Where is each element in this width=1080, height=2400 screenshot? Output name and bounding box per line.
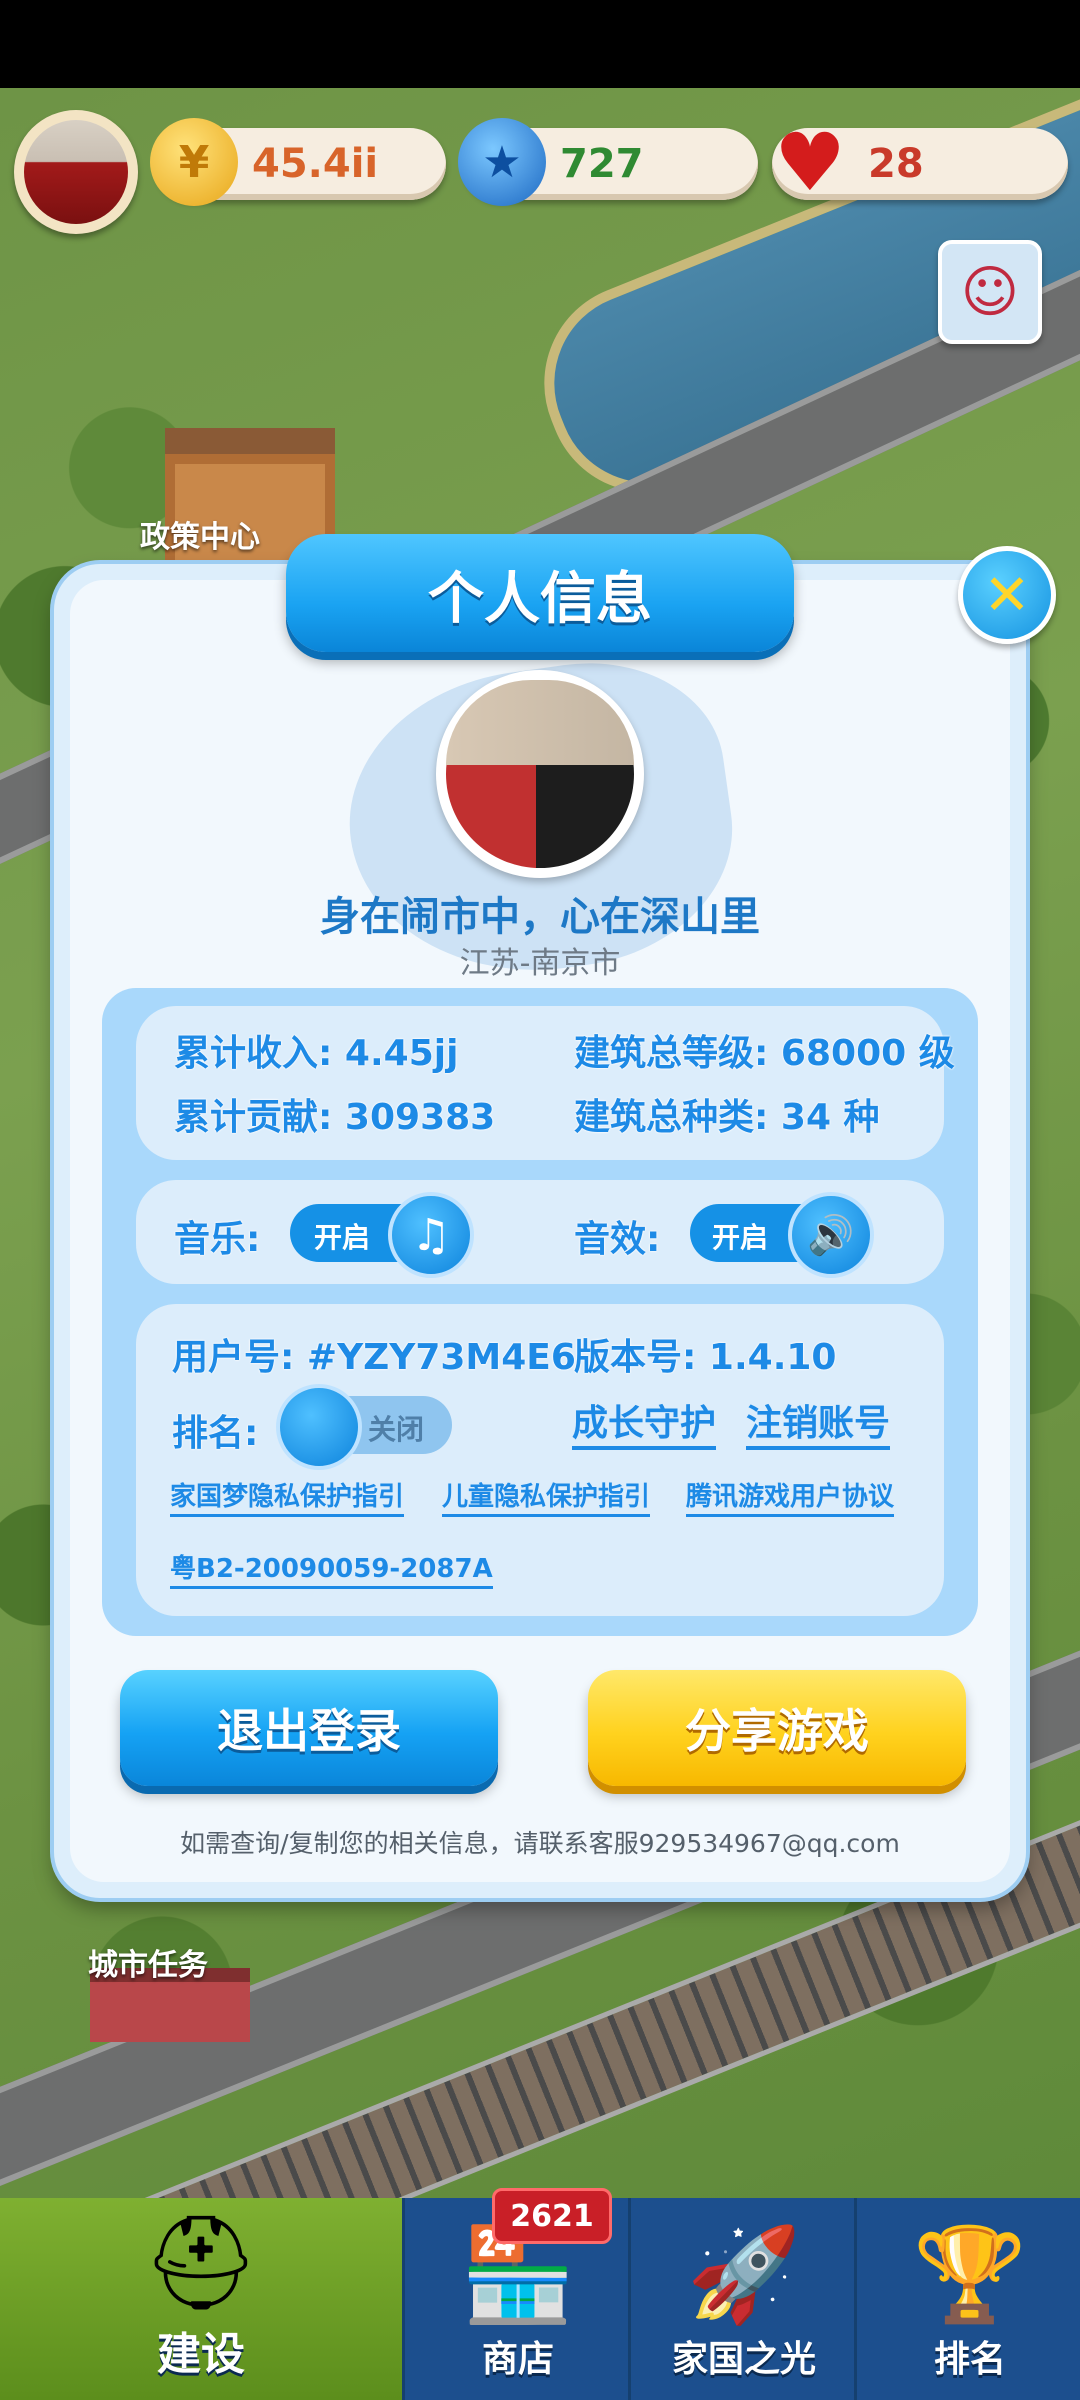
avatar (24, 120, 128, 224)
avatar-photo (446, 680, 634, 868)
star-icon: ★ (458, 118, 546, 206)
character-event-button[interactable]: ☺ (938, 240, 1042, 344)
status-bar (0, 0, 1080, 88)
star-counter[interactable]: ★ 727 (458, 118, 758, 206)
dialog-title-banner: 个人信息 (286, 534, 794, 652)
profile-motto: 身在闹市中，心在深山里 (320, 894, 760, 940)
nav-shop-label: 商店 (481, 2339, 554, 2380)
rocket-icon: 🚀 (686, 2221, 802, 2328)
contact-footnote: 如需查询/复制您的相关信息，请联系客服929534967@qq.com (180, 1829, 900, 1858)
ranking-toggle-knob (276, 1384, 362, 1470)
heart-value: 28 (868, 141, 924, 187)
stat-income: 累计收入: 4.45jj (174, 1033, 459, 1074)
nav-build-label: 建设 (157, 2329, 245, 2380)
ranking-toggle-state: 关闭 (368, 1413, 425, 1446)
coin-counter[interactable]: ¥ 45.4ii (150, 118, 446, 206)
nav-ranking-label: 排名 (933, 2339, 1006, 2380)
heart-icon: ♥ (774, 115, 846, 209)
nav-build[interactable]: ⛑ 建设 (0, 2198, 402, 2400)
profile-avatar (436, 670, 644, 878)
dialog-title: 个人信息 (428, 567, 652, 632)
coin-icon: ¥ (150, 118, 238, 206)
profile-location: 江苏-南京市 (459, 946, 621, 981)
heart-counter[interactable]: ♥ 28 (772, 116, 1068, 209)
map-label-policy-center: 政策中心 (140, 520, 260, 555)
nav-homeland[interactable]: 🚀 家国之光 (628, 2198, 857, 2400)
music-toggle-state: 开启 (314, 1221, 371, 1254)
version-number: 版本号: 1.4.10 (574, 1337, 837, 1378)
share-game-button[interactable]: 分享游戏 (588, 1670, 966, 1786)
user-id: 用户号: #YZY73M4E6 (172, 1337, 576, 1378)
stat-building-types: 建筑总种类: 34 种 (574, 1097, 880, 1138)
nav-ranking[interactable]: 🏆 排名 (854, 2198, 1080, 2400)
star-value: 727 (560, 141, 644, 187)
logout-button[interactable]: 退出登录 (120, 1670, 498, 1786)
sound-toggle-state: 开启 (712, 1221, 769, 1254)
license-number[interactable]: 粤B2-20090059-2087A (170, 1552, 493, 1589)
music-note-icon: ♫ (388, 1192, 474, 1278)
sound-label: 音效: (574, 1219, 661, 1260)
player-avatar-button[interactable] (14, 110, 138, 234)
stat-contribution: 累计贡献: 309383 (174, 1097, 496, 1138)
ranking-toggle[interactable]: 关闭 (276, 1384, 452, 1470)
character-icon: ☺ (960, 259, 1020, 325)
speaker-icon: 🔊 (788, 1192, 874, 1278)
music-label: 音乐: (174, 1219, 261, 1260)
ranking-label: 排名: (172, 1413, 259, 1454)
child-privacy-link[interactable]: 儿童隐私保护指引 (442, 1480, 651, 1517)
growth-guard-link[interactable]: 成长守护 (572, 1402, 717, 1450)
shop-badge: 2621 (492, 2188, 612, 2244)
nav-homeland-label: 家国之光 (671, 2339, 816, 2380)
podium-icon: 🏆 (912, 2221, 1028, 2328)
close-icon: ✕ (983, 562, 1031, 628)
coin-value: 45.4ii (252, 141, 379, 187)
user-agreement-link[interactable]: 腾讯游戏用户协议 (686, 1480, 895, 1517)
stat-building-level: 建筑总等级: 68000 级 (574, 1033, 955, 1074)
sound-toggle[interactable]: 开启 🔊 (690, 1192, 874, 1278)
cancel-account-link[interactable]: 注销账号 (746, 1402, 891, 1450)
hard-hat-icon: ⛑ (142, 2209, 260, 2316)
privacy-guide-link[interactable]: 家国梦隐私保护指引 (170, 1480, 405, 1517)
map-label-city-tasks: 城市任务 (88, 1948, 208, 1983)
music-toggle[interactable]: 开启 ♫ (290, 1192, 474, 1278)
close-button[interactable]: ✕ (958, 546, 1056, 644)
